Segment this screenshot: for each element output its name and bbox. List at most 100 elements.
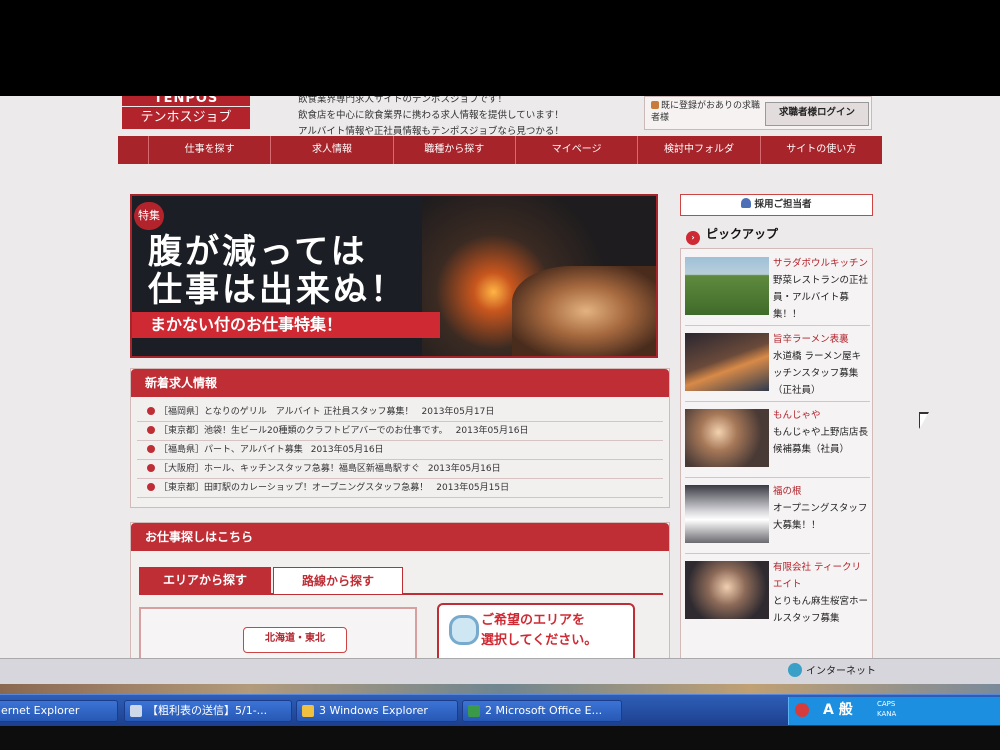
- monitor-bezel: [0, 726, 1000, 750]
- ime-status-icon[interactable]: [795, 703, 809, 717]
- pickup-item-title: 旨辛ラーメン表裏: [773, 334, 849, 345]
- area-button-hokkaido-tohoku[interactable]: 北海道・東北: [243, 627, 347, 653]
- nav-find-job[interactable]: 仕事を探す: [148, 136, 270, 164]
- security-zone: インターネット: [788, 663, 876, 681]
- pickup-item[interactable]: サラダボウルキッチン 野菜レストランの正社員・アルバイト募集！！: [685, 251, 870, 326]
- logo-top: TENPOS: [122, 96, 250, 106]
- pickup-item-desc: とりもん麻生桜宮ホールスタッフ募集: [773, 596, 869, 624]
- login-box: 既に登録がおありの求職者様 求職者様ログイン: [644, 96, 872, 130]
- nav-job-info[interactable]: 求人情報: [270, 136, 392, 164]
- pickup-item-title: サラダボウルキッチン: [773, 258, 869, 269]
- map-pin-icon: [449, 615, 479, 645]
- tab-area[interactable]: エリアから探す: [139, 567, 271, 593]
- window-icon: [130, 705, 142, 717]
- feature-banner[interactable]: 特集 腹が減っては 仕事は出来ぬ！ まかない付のお仕事特集！: [130, 194, 658, 358]
- pickup-item-title: もんじゃや: [773, 410, 821, 421]
- mouse-cursor-fill: [920, 414, 928, 428]
- pickup-text: 福の根 オープニングスタッフ大募集！！: [773, 483, 869, 534]
- taskbar-ie-label: ernet Explorer: [1, 704, 80, 717]
- pickup-item-desc: オープニングスタッフ大募集！！: [773, 503, 868, 531]
- pickup-item[interactable]: 有限会社 ティークリエイト とりもん麻生桜宮ホールスタッフ募集: [685, 555, 870, 629]
- pickup-item-desc: もんじゃや上野店店長候補募集（社員）: [773, 427, 869, 455]
- news-date: 2013年05月15日: [436, 483, 510, 493]
- pickup-text: もんじゃや もんじゃや上野店店長候補募集（社員）: [773, 407, 869, 458]
- nav-how-to-use[interactable]: サイトの使い方: [759, 136, 882, 164]
- pickup-text: 旨辛ラーメン表裏 水道橋 ラーメン屋キッチンスタッフ募集（正社員）: [773, 331, 869, 399]
- arrow-icon: [147, 464, 155, 472]
- area-button-label: 北海道・東北: [265, 633, 325, 644]
- caps-label: CAPS: [877, 700, 896, 708]
- search-tabs: エリアから探す 路線から探す: [139, 567, 663, 595]
- nav-mypage[interactable]: マイページ: [514, 136, 637, 164]
- select-line-1: ご希望のエリアを: [481, 613, 586, 628]
- news-text: ［福岡県］となりのゲリル アルバイト 正社員スタッフ募集！: [159, 407, 414, 417]
- globe-icon: [788, 663, 802, 677]
- security-zone-label: インターネット: [806, 666, 876, 677]
- excel-icon: [468, 705, 480, 717]
- taskbar-ie[interactable]: ernet Explorer: [0, 700, 118, 722]
- news-date: 2013年05月16日: [310, 445, 384, 455]
- news-item[interactable]: ［福岡県］となりのゲリル アルバイト 正社員スタッフ募集！ 2013年05月17日: [137, 403, 663, 422]
- news-box: 新着求人情報 ［福岡県］となりのゲリル アルバイト 正社員スタッフ募集！ 2013…: [130, 368, 670, 508]
- news-item[interactable]: ［東京都］池袋！生ビール20種類のクラフトビアバーでのお仕事です。 2013年05…: [137, 422, 663, 441]
- banner-headline-2: 仕事は出来ぬ！: [148, 270, 407, 310]
- browser-page: TENPOS テンホスジョブ 飲食業界専門求人サイトのテンポスジョブです！ 飲食…: [0, 96, 1000, 658]
- pickup-text: 有限会社 ティークリエイト とりもん麻生桜宮ホールスタッフ募集: [773, 559, 869, 627]
- select-line-2: 選択してください。: [481, 633, 598, 648]
- person-icon: [741, 198, 752, 208]
- news-text: ［東京都］池袋！生ビール20種類のクラフトビアバーでのお仕事です。: [159, 426, 448, 436]
- windows-taskbar: ernet Explorer 【粗利表の送信】5/1-... 3 Windows…: [0, 694, 1000, 726]
- pickup-item-title: 福の根: [773, 486, 802, 497]
- pickup-item-desc: 野菜レストランの正社員・アルバイト募集！！: [773, 275, 869, 320]
- arrow-icon: [147, 483, 155, 491]
- news-item[interactable]: ［福島県］パート、アルバイト募集 2013年05月16日: [137, 441, 663, 460]
- news-date: 2013年05月16日: [455, 426, 529, 436]
- taskbar-task-office[interactable]: 2 Microsoft Office E...: [462, 700, 622, 722]
- login-button[interactable]: 求職者様ログイン: [765, 102, 869, 126]
- nav-by-occupation[interactable]: 職種から探す: [392, 136, 515, 164]
- taskbar-task-1[interactable]: 【粗利表の送信】5/1-...: [124, 700, 292, 722]
- ime-tray: A 般 CAPS KANA: [788, 697, 1000, 725]
- intro-line: 飲食業界専門求人サイトのテンポスジョブです！: [298, 96, 508, 105]
- site-intro: 飲食業界専門求人サイトのテンポスジョブです！ 飲食店を中心に飲食業界に携わる求人…: [298, 96, 628, 140]
- pickup-item[interactable]: 旨辛ラーメン表裏 水道橋 ラーメン屋キッチンスタッフ募集（正社員）: [685, 327, 870, 402]
- news-item[interactable]: ［大阪府］ホール、キッチンスタッフ急募！福島区新福島駅すぐ 2013年05月16日: [137, 460, 663, 479]
- pickup-item[interactable]: もんじゃや もんじゃや上野店店長候補募集（社員）: [685, 403, 870, 478]
- pickup-text: サラダボウルキッチン 野菜レストランの正社員・アルバイト募集！！: [773, 255, 869, 323]
- site-logo[interactable]: TENPOS テンホスジョブ: [122, 96, 250, 130]
- lock-icon: [651, 101, 659, 109]
- pickup-list: サラダボウルキッチン 野菜レストランの正社員・アルバイト募集！！ 旨辛ラーメン表…: [680, 248, 873, 658]
- area-map: 北海道・東北: [139, 607, 417, 658]
- recruiter-link[interactable]: 採用ご担当者: [680, 194, 873, 216]
- intro-line: 飲食店を中心に飲食業界に携わる求人情報を提供しています！: [298, 110, 564, 121]
- banner-strip: まかない付のお仕事特集！: [132, 312, 440, 338]
- nav-folder[interactable]: 検討中フォルダ: [637, 136, 759, 164]
- pickup-item-title: 有限会社 ティークリエイト: [773, 562, 861, 590]
- ime-mode[interactable]: A 般: [823, 700, 853, 720]
- news-item[interactable]: ［東京都］田町駅のカレーショップ！オープニングスタッフ急募！ 2013年05月15…: [137, 479, 663, 498]
- kana-label: KANA: [877, 710, 897, 718]
- search-box: お仕事探しはこちら エリアから探す 路線から探す 北海道・東北 ご希望のエリアを…: [130, 522, 670, 658]
- pickup-title-label: ピックアップ: [706, 227, 779, 241]
- news-date: 2013年05月16日: [427, 464, 501, 474]
- pickup-dot-icon: ›: [686, 231, 700, 245]
- pickup-item[interactable]: 福の根 オープニングスタッフ大募集！！: [685, 479, 870, 554]
- taskbar-task-explorer-label: 3 Windows Explorer: [319, 704, 428, 717]
- pickup-image: [685, 257, 769, 315]
- taskbar-task-office-label: 2 Microsoft Office E...: [485, 704, 603, 717]
- main-nav: 仕事を探す 求人情報 職種から探す マイページ 検討中フォルダ サイトの使い方: [118, 136, 882, 164]
- ime-keys: CAPS KANA: [877, 699, 896, 719]
- select-area-prompt: ご希望のエリアを 選択してください。: [437, 603, 635, 658]
- logo-bottom: テンホスジョブ: [122, 107, 250, 129]
- feature-badge: 特集: [134, 202, 164, 230]
- banner-food-photo: [512, 266, 656, 356]
- taskbar-task-explorer[interactable]: 3 Windows Explorer: [296, 700, 458, 722]
- pickup-image: [685, 485, 769, 543]
- search-heading: お仕事探しはこちら: [131, 523, 669, 551]
- select-area-text: ご希望のエリアを 選択してください。: [481, 611, 597, 651]
- folder-icon: [302, 705, 314, 717]
- news-text: ［東京都］田町駅のカレーショップ！オープニングスタッフ急募！: [159, 483, 429, 493]
- tab-line[interactable]: 路線から探す: [273, 567, 403, 595]
- news-text: ［大阪府］ホール、キッチンスタッフ急募！福島区新福島駅すぐ: [159, 464, 420, 474]
